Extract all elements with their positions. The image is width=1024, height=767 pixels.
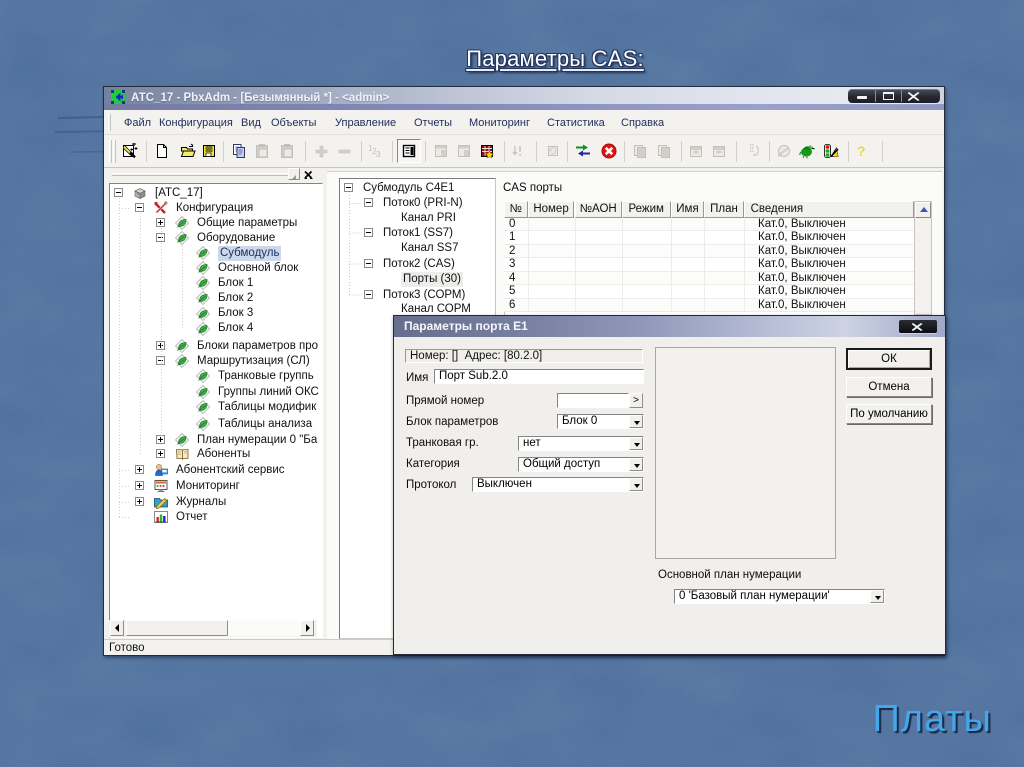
svg-text:?: ?	[857, 143, 866, 159]
svg-text:3: 3	[376, 150, 381, 159]
